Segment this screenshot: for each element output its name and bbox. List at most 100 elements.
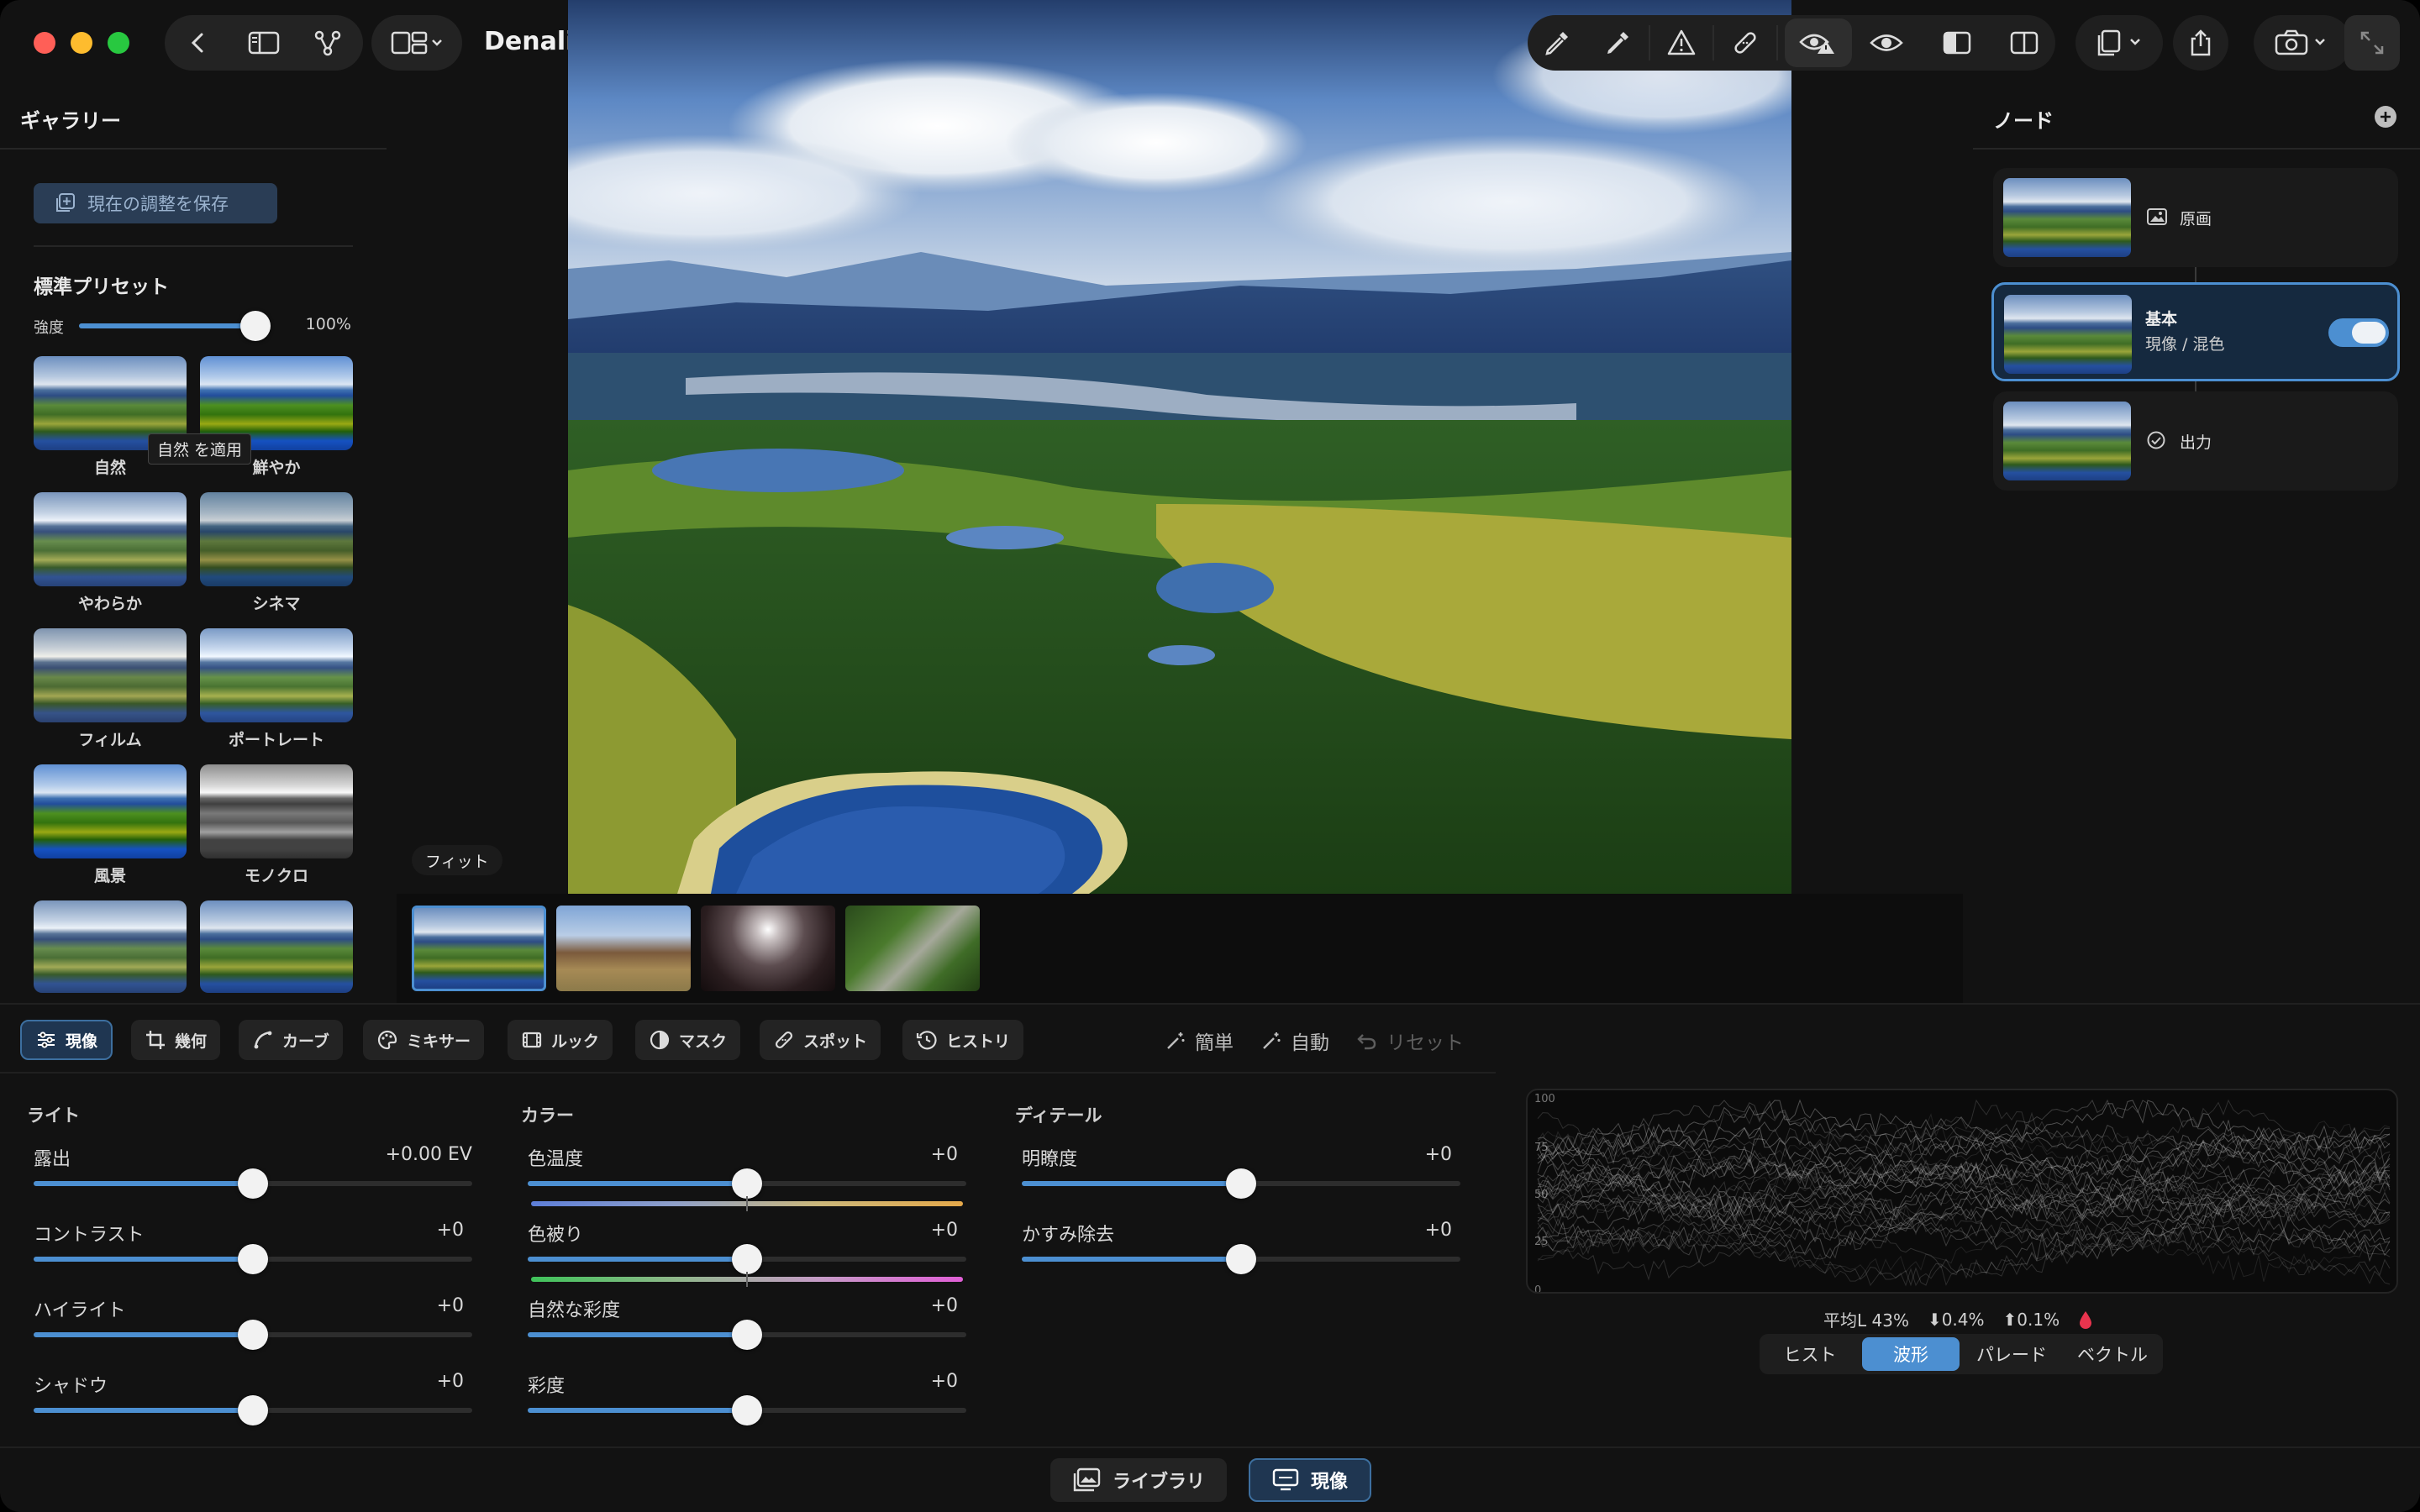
preview-button[interactable] [1859,18,1914,67]
node-graph-icon [314,30,341,56]
preset-thumbnail[interactable] [34,628,187,722]
layout-menu-button[interactable] [371,15,462,71]
reset-button[interactable]: リセット [1356,1026,1464,1055]
library-button[interactable]: ライブラリ [1050,1458,1228,1502]
tab-history[interactable]: ヒストリ [902,1020,1024,1060]
fullscreen-button[interactable] [2344,15,2400,71]
tab-crop[interactable]: 幾何 [131,1020,221,1060]
film-icon [522,1032,542,1048]
sidebar-toggle-button[interactable] [235,15,292,71]
slider-knob[interactable] [732,1320,762,1350]
scope-mode-button[interactable]: ベクトル [2064,1337,2161,1371]
minimize-window-button[interactable] [71,32,92,54]
slider-knob[interactable] [1226,1244,1256,1274]
filmstrip-thumb-4[interactable] [845,906,980,991]
tab-label: ヒストリ [946,1032,1011,1051]
preset-thumbnail[interactable] [200,900,353,993]
spot-heal-button[interactable] [1718,18,1773,67]
eyedropper-fill-icon [1607,32,1628,54]
node-output[interactable]: 出力 [1993,391,2398,491]
preset-thumbnail[interactable] [34,492,187,586]
close-window-button[interactable] [34,32,55,54]
adjust-slider[interactable] [1022,1168,1460,1199]
strength-slider-knob[interactable] [240,311,271,341]
node-basic[interactable]: 基本 現像 / 混色 [1991,282,2400,381]
adjust-slider[interactable] [528,1320,966,1350]
snapshot-menu-button[interactable] [2254,15,2351,71]
tab-film[interactable]: ルック [508,1020,613,1060]
slider-knob[interactable] [732,1168,762,1199]
eyedropper-button[interactable] [1529,18,1585,67]
main-photo[interactable] [568,0,1791,894]
preset-label: モノクロ [244,867,308,885]
before-after-button[interactable] [1929,18,1985,67]
monitor-sliders-icon [1272,1468,1299,1491]
eyedropper-plus-button[interactable] [1590,18,1645,67]
tab-bandage[interactable]: スポット [760,1020,881,1060]
scope-mode-button[interactable]: ヒスト [1761,1337,1859,1371]
filmstrip-thumb-active[interactable] [412,906,546,991]
preset-label: 風景 [93,867,126,885]
adjust-slider[interactable] [34,1395,472,1425]
slider-fill [528,1408,747,1413]
node-original[interactable]: 原画 [1993,168,2398,267]
tab-palette[interactable]: ミキサー [363,1020,485,1060]
preset-thumbnail[interactable] [34,900,187,993]
adjust-slider[interactable] [34,1244,472,1274]
develop-button[interactable]: 現像 [1249,1458,1372,1502]
slider-knob[interactable] [238,1244,268,1274]
slider-knob[interactable] [1226,1168,1256,1199]
add-node-button[interactable] [2375,106,2396,128]
tab-mask[interactable]: マスク [635,1020,741,1060]
node-name: 出力 [2180,433,2212,452]
preset-thumbnail[interactable] [200,764,353,858]
node-name: 原画 [2180,210,2212,228]
auto-button[interactable]: 自動 [1260,1026,1329,1055]
split-view-button[interactable] [1996,18,2052,67]
clipping-warning-button[interactable] [1654,18,1709,67]
scope-mode-button[interactable]: パレード [1963,1337,2060,1371]
filmstrip-thumb-2[interactable] [556,906,691,991]
camera-icon [2275,29,2325,55]
copy-adjustments-button[interactable] [2075,15,2163,71]
node-graph-button[interactable] [299,15,356,71]
slider-knob[interactable] [732,1395,762,1425]
scope-mode-button[interactable]: 波形 [1862,1337,1960,1371]
waveform-graph: 1007550250 [1534,1093,2391,1292]
adjust-slider[interactable] [1022,1244,1460,1274]
zoom-window-button[interactable] [108,32,129,54]
share-button[interactable] [2173,15,2228,71]
node-thumbnail [2004,295,2132,374]
node-subtitle: 現像 / 混色 [2145,335,2225,354]
preset-thumbnail[interactable] [200,492,353,586]
node-enable-toggle[interactable] [2328,318,2389,347]
filmstrip-thumb-3[interactable] [701,906,835,991]
expand-icon [2360,31,2384,55]
slider-fill [34,1181,253,1186]
preset-thumbnail[interactable] [34,764,187,858]
adjust-slider[interactable] [528,1244,966,1274]
tab-sliders[interactable]: 現像 [20,1020,113,1060]
nodes-title: ノード [1993,109,2054,133]
eye-badge-icon [1799,34,1834,54]
slider-knob[interactable] [238,1395,268,1425]
compare-view-button[interactable] [1785,18,1852,67]
save-adjustment-button[interactable]: 現在の調整を保存 [34,183,277,223]
slider-knob[interactable] [732,1244,762,1274]
adjust-slider[interactable] [528,1168,966,1199]
image-icon [2147,208,2167,225]
slider-knob[interactable] [238,1320,268,1350]
back-button[interactable] [173,15,224,71]
preset-thumbnail[interactable] [200,628,353,722]
adjust-slider[interactable] [528,1395,966,1425]
chevron-left-icon [191,33,203,53]
slider-value: +0 [930,1220,958,1241]
simple-button[interactable]: 簡単 [1165,1026,1234,1055]
adjust-slider[interactable] [34,1168,472,1199]
adjust-slider[interactable] [34,1320,472,1350]
fit-badge[interactable]: フィット [412,845,502,875]
panel-divider [0,1003,2420,1005]
strength-slider[interactable] [79,311,271,341]
slider-knob[interactable] [238,1168,268,1199]
tab-curve[interactable]: カーブ [239,1020,343,1060]
